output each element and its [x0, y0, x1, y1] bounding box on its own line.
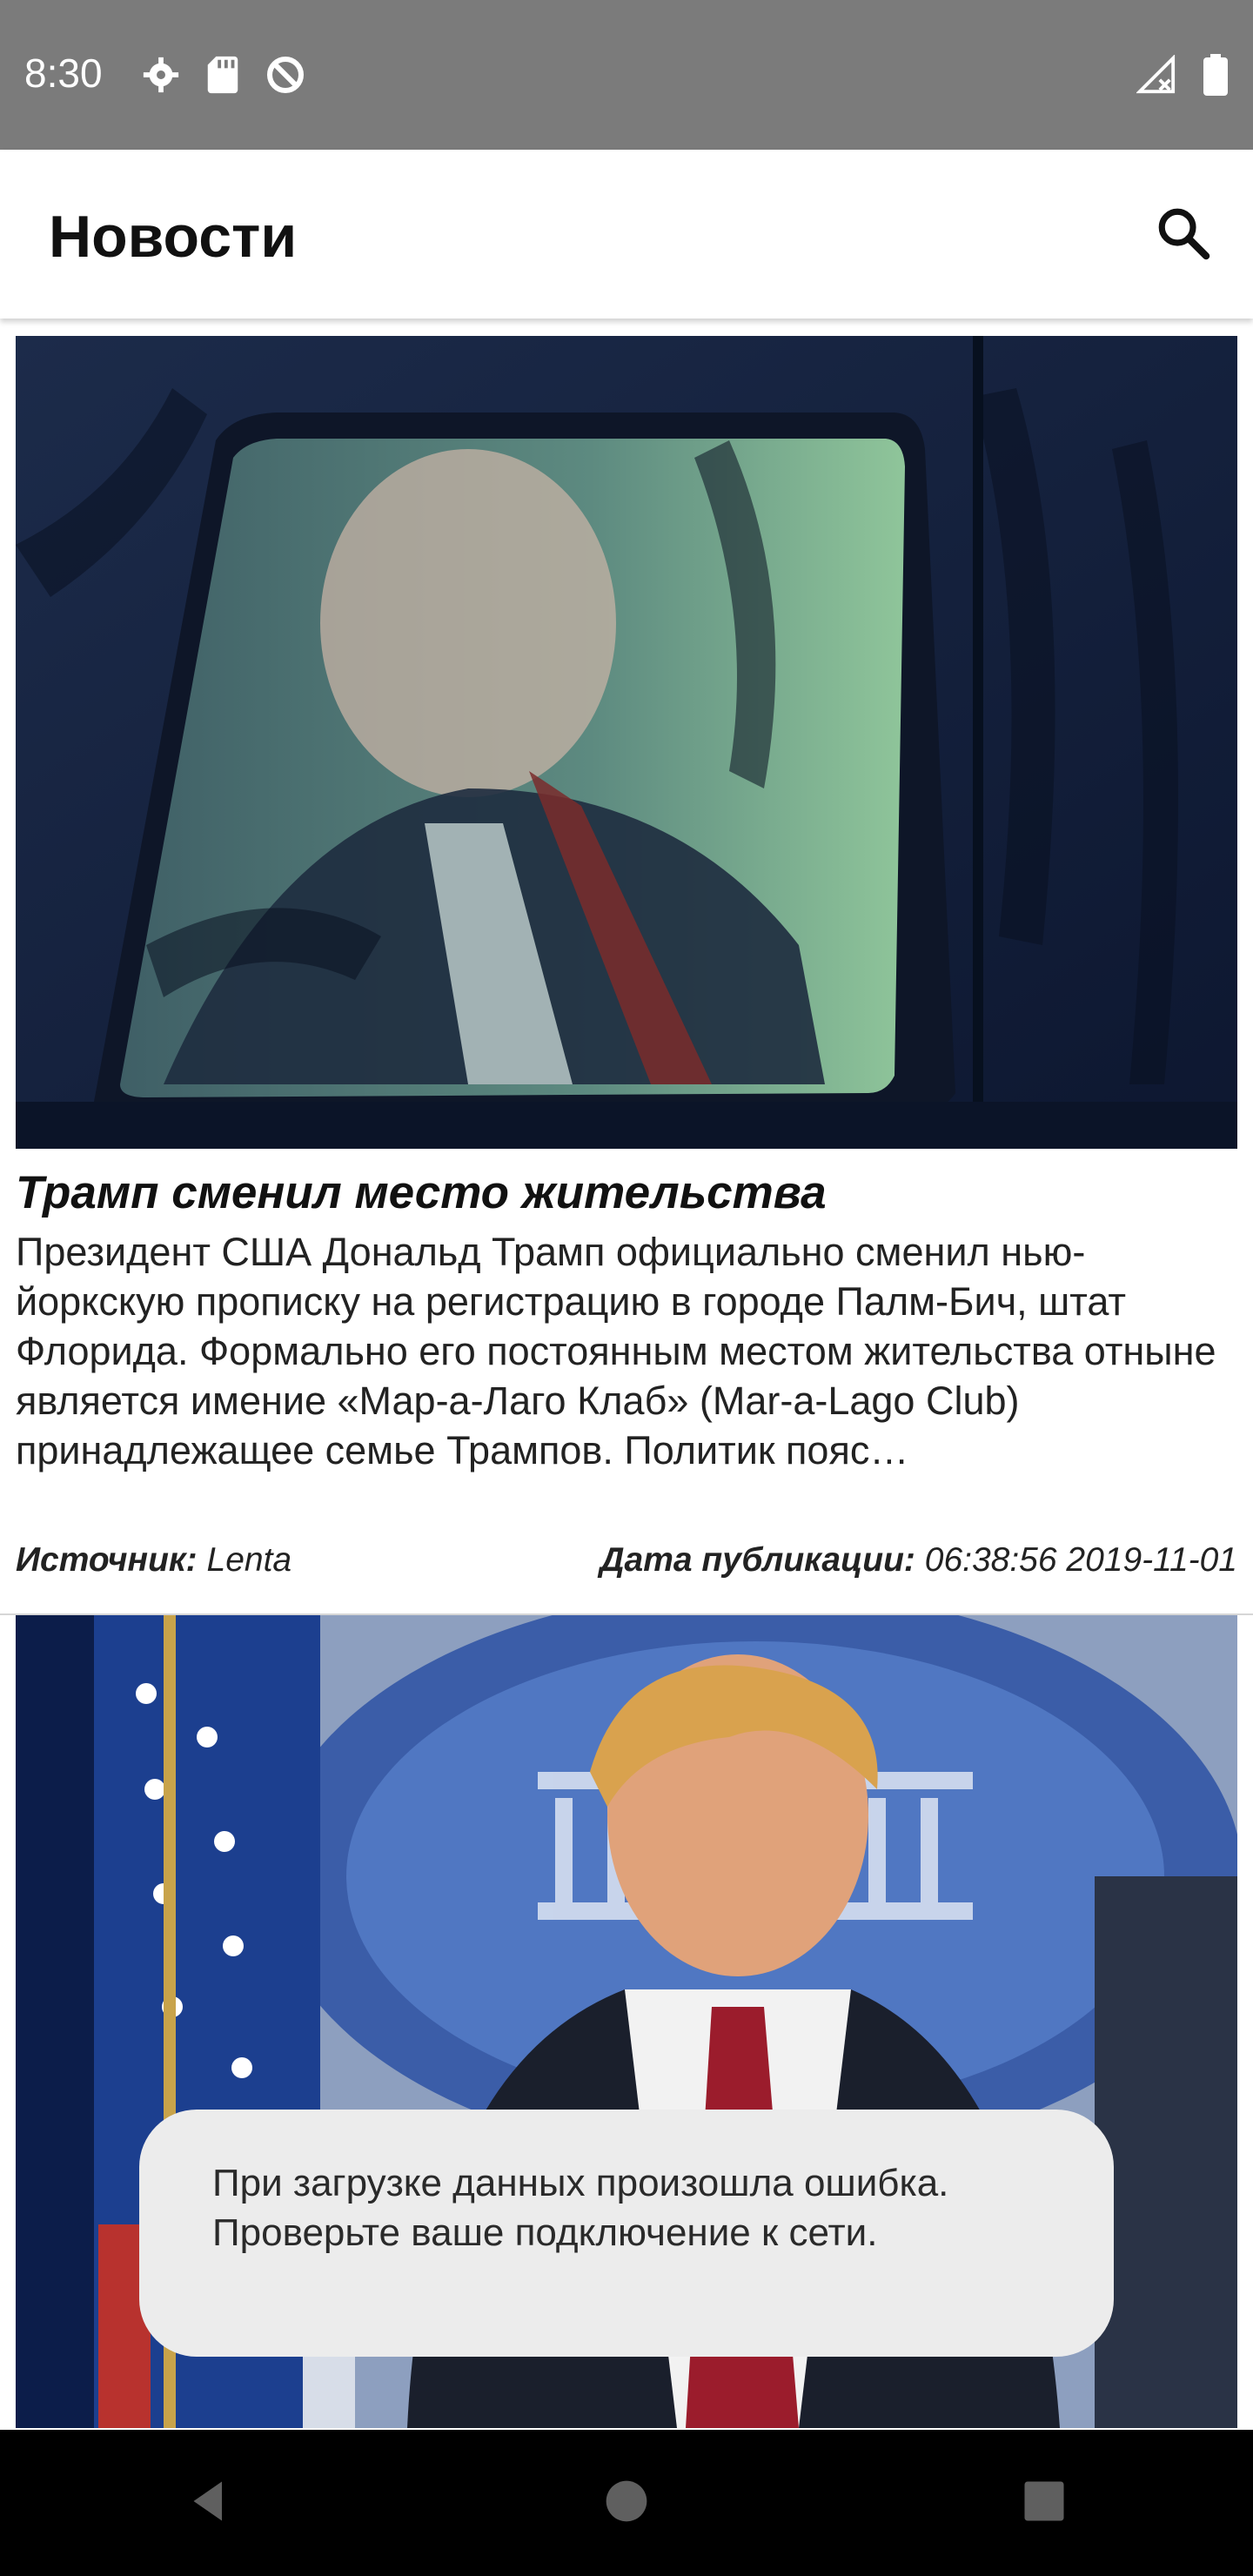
status-time: 8:30	[24, 50, 103, 96]
status-bar: 8:30	[0, 0, 1253, 150]
article-title: Трамп сменил место жительства	[16, 1167, 827, 1218]
app-bar: Новости	[0, 150, 1253, 319]
search-icon	[1155, 205, 1212, 266]
article-summary: Президент США Дональд Трамп официально с…	[16, 1230, 1216, 1472]
news-card[interactable]: Трамп сменил место жительства Президент …	[0, 336, 1253, 1617]
article-date: Дата публикации: 06:38:56 2019-11-01	[600, 1539, 1237, 1582]
sd-card-icon	[205, 55, 240, 99]
recents-icon	[1021, 2478, 1068, 2529]
home-icon	[602, 2477, 651, 2530]
back-icon	[183, 2475, 235, 2532]
article-meta: Источник: Lenta Дата публикации: 06:38:5…	[16, 1539, 1237, 1582]
page-title: Новости	[49, 204, 298, 270]
recents-button[interactable]	[992, 2451, 1096, 2555]
home-button[interactable]	[574, 2451, 679, 2555]
error-toast: При загрузке данных произошла ошибка. Пр…	[139, 2110, 1114, 2357]
search-button[interactable]	[1140, 191, 1227, 278]
status-icons-left	[141, 54, 306, 100]
sync-blocked-icon	[265, 54, 306, 100]
navigation-bar	[0, 2430, 1253, 2576]
back-button[interactable]	[157, 2451, 261, 2555]
article-source: Источник: Lenta	[16, 1539, 291, 1582]
battery-icon	[1203, 54, 1229, 100]
signal-off-icon	[1136, 54, 1176, 99]
date-label: Дата публикации:	[600, 1541, 915, 1579]
date-value: 06:38:56 2019-11-01	[924, 1541, 1237, 1579]
settings-gear-icon	[141, 55, 181, 99]
status-icons-right	[1136, 54, 1229, 100]
article-image[interactable]	[16, 336, 1237, 1149]
source-label: Источник:	[16, 1541, 198, 1579]
source-value: Lenta	[206, 1541, 292, 1579]
